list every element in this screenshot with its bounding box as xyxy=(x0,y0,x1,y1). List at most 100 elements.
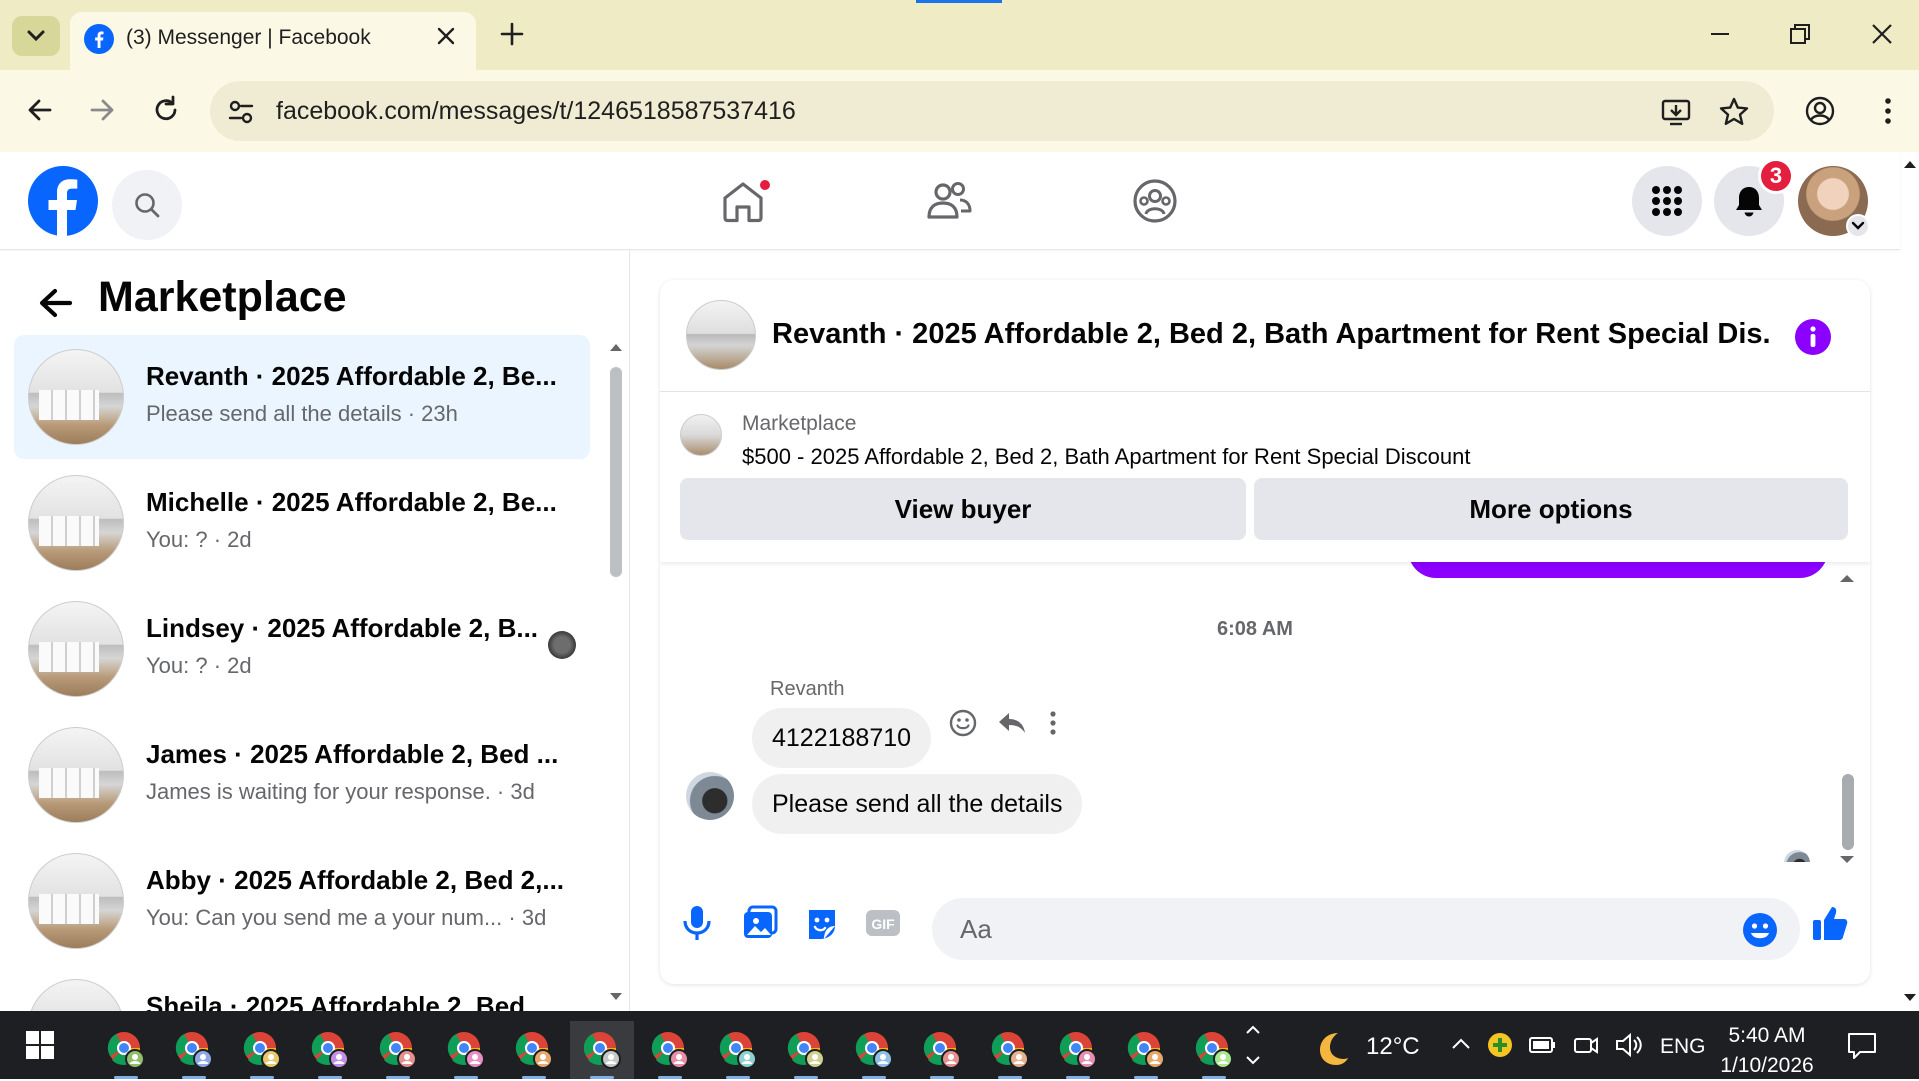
conversation-item[interactable]: Michelle · 2025 Affordable 2, Be... You:… xyxy=(14,461,590,585)
listing-title[interactable]: $500 - 2025 Affordable 2, Bed 2, Bath Ap… xyxy=(742,444,1471,470)
chrome-taskbar-icon[interactable] xyxy=(1114,1021,1178,1079)
incoming-message[interactable]: 4122188710 xyxy=(752,708,932,768)
incoming-message[interactable]: Please send all the details xyxy=(752,774,1083,834)
install-app-icon[interactable] xyxy=(1660,96,1692,128)
more-dots-icon[interactable] xyxy=(1046,708,1060,738)
forward-arrow-icon[interactable] xyxy=(86,94,118,126)
chrome-taskbar-icon[interactable] xyxy=(1182,1021,1246,1079)
thumbs-up-icon[interactable] xyxy=(1810,904,1850,944)
windows-start-icon[interactable] xyxy=(26,1031,54,1059)
menu-button[interactable] xyxy=(1632,166,1702,236)
close-tab-icon[interactable] xyxy=(434,24,458,48)
site-settings-icon[interactable] xyxy=(226,97,256,127)
chat-title[interactable]: Revanth · 2025 Affordable 2, Bed 2, Bath… xyxy=(772,318,1772,351)
microphone-icon[interactable] xyxy=(680,904,714,942)
chrome-taskbar-icon[interactable] xyxy=(978,1021,1042,1079)
reload-icon[interactable] xyxy=(150,94,182,126)
taskbar-overflow-icon[interactable] xyxy=(1244,1019,1262,1071)
language-indicator[interactable]: ENG xyxy=(1660,1035,1706,1059)
conversation-item[interactable]: Lindsey · 2025 Affordable 2, B... You: ?… xyxy=(14,587,590,711)
sidebar-scrollbar-thumb[interactable] xyxy=(610,367,622,577)
conversation-item[interactable]: Abby · 2025 Affordable 2, Bed 2,... You:… xyxy=(14,839,590,963)
chrome-taskbar-icon[interactable] xyxy=(910,1021,974,1079)
more-options-button[interactable]: More options xyxy=(1254,478,1848,540)
conversation-name: Revanth · 2025 Affordable 2, Be... xyxy=(146,361,557,391)
message-sender-name: Revanth xyxy=(770,678,845,700)
close-window-icon[interactable] xyxy=(1868,20,1896,48)
listing-thumbnail xyxy=(28,601,124,697)
tab-search-button[interactable] xyxy=(12,16,60,56)
message-input[interactable]: Aa xyxy=(932,898,1800,960)
moon-weather-icon[interactable] xyxy=(1310,1027,1352,1069)
sidebar-back-arrow-icon[interactable] xyxy=(36,283,76,323)
tray-chevron-up-icon[interactable] xyxy=(1450,1035,1472,1053)
new-tab-icon[interactable] xyxy=(498,20,526,48)
conversation-snippet: You: ? · 2d xyxy=(146,653,252,678)
gif-icon[interactable]: GIF xyxy=(864,904,902,942)
view-buyer-button[interactable]: View buyer xyxy=(680,478,1246,540)
chrome-taskbar-icon[interactable] xyxy=(94,1021,158,1079)
camera-icon[interactable] xyxy=(1572,1032,1600,1058)
conversation-name: Sheila · 2025 Affordable 2, Bed ... xyxy=(146,991,554,1011)
security-shield-icon[interactable] xyxy=(1486,1031,1514,1059)
bookmark-star-icon[interactable] xyxy=(1718,96,1750,128)
listing-mini-thumbnail xyxy=(680,414,722,456)
facebook-logo-icon[interactable] xyxy=(28,166,98,236)
clock[interactable]: 5:40 AM 1/10/2026 xyxy=(1712,1021,1822,1081)
sender-avatar[interactable] xyxy=(686,772,734,820)
back-arrow-icon[interactable] xyxy=(24,94,56,126)
groups-nav-icon[interactable] xyxy=(1130,176,1180,226)
chat-header: Revanth · 2025 Affordable 2, Bed 2, Bath… xyxy=(660,280,1870,392)
temperature-text[interactable]: 12°C xyxy=(1366,1033,1420,1061)
thread-scrollbar-thumb[interactable] xyxy=(1842,774,1854,850)
browser-menu-icon[interactable] xyxy=(1872,95,1904,127)
reply-icon[interactable] xyxy=(996,708,1028,738)
sticker-icon[interactable] xyxy=(804,904,840,942)
conversation-item[interactable]: Revanth · 2025 Affordable 2, Be... Pleas… xyxy=(14,335,590,459)
chrome-taskbar-icon[interactable] xyxy=(230,1021,294,1079)
emoji-icon[interactable] xyxy=(1742,912,1778,948)
restore-window-icon[interactable] xyxy=(1786,20,1814,48)
volume-icon[interactable] xyxy=(1614,1032,1644,1058)
conversation-item[interactable]: James · 2025 Affordable 2, Bed ... James… xyxy=(14,713,590,837)
address-bar[interactable]: facebook.com/messages/t/1246518587537416 xyxy=(210,81,1774,141)
chrome-taskbar-icon[interactable] xyxy=(774,1021,838,1079)
message-thread: 6:08 AM Revanth 4122188710 Please send a… xyxy=(660,562,1870,862)
message-composer: GIF Aa xyxy=(660,876,1870,984)
thread-scroll-down-icon[interactable] xyxy=(1838,854,1856,866)
chrome-taskbar-icon[interactable] xyxy=(502,1021,566,1079)
react-smiley-icon[interactable] xyxy=(948,708,978,738)
facebook-search-button[interactable] xyxy=(112,170,182,240)
conversation-item[interactable]: Sheila · 2025 Affordable 2, Bed ... xyxy=(14,965,590,1011)
info-icon[interactable] xyxy=(1794,318,1832,356)
minimize-window-icon[interactable] xyxy=(1706,20,1734,48)
page-scroll-down-icon[interactable] xyxy=(1902,992,1918,1004)
chrome-taskbar-icon[interactable] xyxy=(298,1021,362,1079)
chrome-taskbar-icon[interactable] xyxy=(638,1021,702,1079)
listing-label: Marketplace xyxy=(742,412,857,435)
friends-nav-icon[interactable] xyxy=(924,176,974,226)
chrome-taskbar-icon[interactable] xyxy=(706,1021,770,1079)
chrome-taskbar-icon[interactable] xyxy=(434,1021,498,1079)
home-nav-icon[interactable] xyxy=(718,176,772,226)
notification-center-icon[interactable] xyxy=(1846,1031,1878,1061)
battery-icon[interactable] xyxy=(1528,1032,1558,1058)
browser-tab-messenger[interactable]: (3) Messenger | Facebook xyxy=(70,12,476,70)
sidebar-scroll-down-icon[interactable] xyxy=(608,991,624,1003)
page-scroll-up-icon[interactable] xyxy=(1902,158,1918,170)
browser-profile-icon[interactable] xyxy=(1804,95,1836,127)
chat-listing-thumbnail[interactable] xyxy=(686,300,756,370)
seen-avatar xyxy=(548,631,576,659)
chrome-taskbar-icon[interactable] xyxy=(842,1021,906,1079)
chrome-taskbar-icon[interactable] xyxy=(570,1021,634,1079)
chrome-taskbar-icon[interactable] xyxy=(1046,1021,1110,1079)
chrome-taskbar-icon[interactable] xyxy=(366,1021,430,1079)
photo-icon[interactable] xyxy=(742,904,778,942)
sidebar-scroll-up-icon[interactable] xyxy=(608,341,624,353)
chrome-taskbar-icon[interactable] xyxy=(162,1021,226,1079)
thread-scroll-up-icon[interactable] xyxy=(1838,572,1856,584)
conversation-snippet: Please send all the details · 23h xyxy=(146,401,458,426)
account-chevron-down-icon[interactable] xyxy=(1846,214,1870,238)
url-text[interactable]: facebook.com/messages/t/1246518587537416 xyxy=(276,97,796,126)
conversation-name: James · 2025 Affordable 2, Bed ... xyxy=(146,739,559,769)
